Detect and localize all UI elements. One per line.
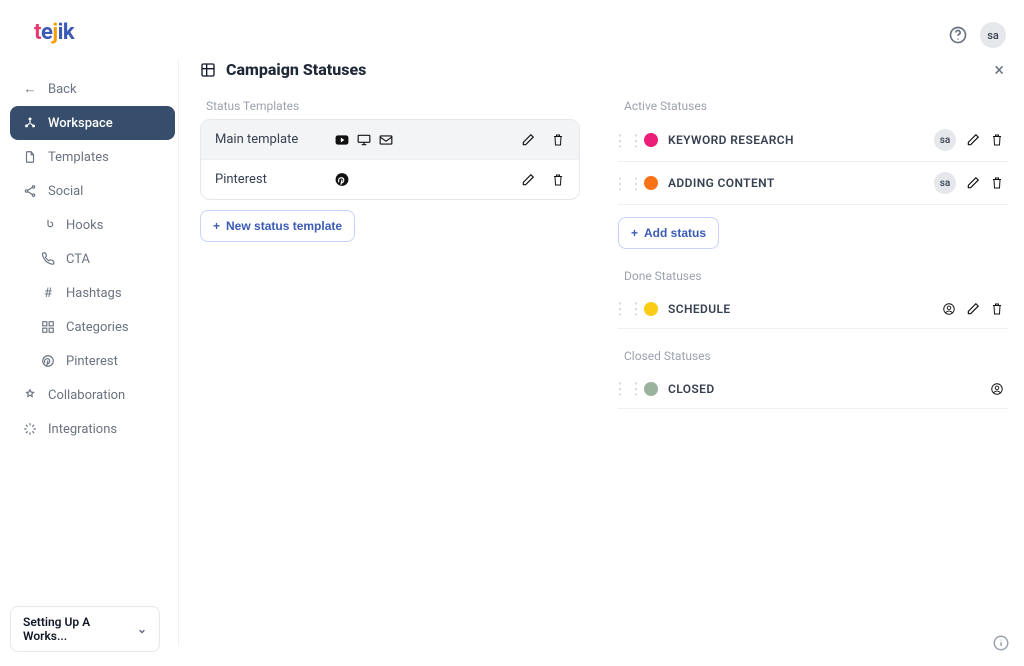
drag-handle-icon[interactable]: ⋮⋮ [622, 379, 634, 398]
nav-label: Back [48, 82, 77, 97]
status-row: ⋮⋮ SCHEDULE [618, 289, 1008, 329]
edit-icon[interactable] [521, 173, 535, 187]
nav-cta[interactable]: CTA [10, 242, 175, 276]
mail-icon [379, 133, 393, 147]
add-status-button[interactable]: + Add status [618, 217, 719, 249]
nav-hashtags[interactable]: # Hashtags [10, 276, 175, 310]
assignee-icon[interactable] [990, 382, 1004, 396]
page-title: Campaign Statuses [226, 60, 366, 79]
document-icon [22, 149, 38, 165]
grid-icon [200, 62, 216, 78]
delete-icon[interactable] [551, 173, 565, 187]
closed-statuses-heading: Closed Statuses [624, 349, 1008, 363]
template-list: Main template Pinterest [200, 119, 580, 200]
edit-icon[interactable] [966, 302, 980, 316]
nav-label: Hooks [66, 218, 103, 233]
nav-workspace[interactable]: Workspace [10, 106, 175, 140]
edit-icon[interactable] [521, 133, 535, 147]
assignee-avatar[interactable]: sa [934, 129, 956, 151]
pinterest-icon [40, 353, 56, 369]
youtube-icon [335, 133, 349, 147]
share-icon [22, 183, 38, 199]
collaboration-icon [22, 387, 38, 403]
sidebar: ← Back Workspace Templates Social Hooks … [10, 60, 175, 446]
brand-logo: tejik [34, 20, 74, 45]
nav-label: Hashtags [66, 286, 122, 301]
workspace-icon [22, 115, 38, 131]
nav-hooks[interactable]: Hooks [10, 208, 175, 242]
edit-icon[interactable] [966, 133, 980, 147]
delete-icon[interactable] [990, 133, 1004, 147]
drag-handle-icon[interactable]: ⋮⋮ [622, 174, 634, 193]
pinterest-icon [335, 173, 349, 187]
status-row: ⋮⋮ KEYWORD RESEARCH sa [618, 119, 1008, 162]
status-color-dot [644, 382, 658, 396]
onboarding-pill[interactable]: Setting Up A Works... ⌄ [10, 606, 160, 652]
drag-handle-icon[interactable]: ⋮⋮ [622, 131, 634, 150]
plus-icon: + [213, 219, 220, 233]
arrow-left-icon: ← [22, 81, 38, 97]
nav-label: Collaboration [48, 388, 125, 403]
sidebar-divider [178, 60, 179, 646]
status-row: ⋮⋮ CLOSED [618, 369, 1008, 409]
user-avatar[interactable]: sa [980, 22, 1006, 48]
back-button[interactable]: ← Back [10, 72, 175, 106]
delete-icon[interactable] [990, 302, 1004, 316]
status-color-dot [644, 176, 658, 190]
active-statuses-heading: Active Statuses [624, 99, 1008, 113]
nav-categories[interactable]: Categories [10, 310, 175, 344]
delete-icon[interactable] [551, 133, 565, 147]
nav-label: Categories [66, 320, 129, 335]
info-icon[interactable] [992, 634, 1010, 652]
template-name: Main template [215, 132, 335, 147]
template-row[interactable]: Main template [201, 120, 579, 159]
nav-integrations[interactable]: Integrations [10, 412, 175, 446]
template-name: Pinterest [215, 172, 335, 187]
status-name: CLOSED [668, 382, 980, 396]
nav-label: CTA [66, 252, 90, 267]
grid-icon [40, 319, 56, 335]
nav-label: Integrations [48, 422, 117, 437]
integrations-icon [22, 421, 38, 437]
help-icon[interactable] [946, 23, 970, 47]
template-row[interactable]: Pinterest [201, 159, 579, 199]
onboarding-label: Setting Up A Works... [23, 615, 129, 643]
status-name: SCHEDULE [668, 302, 932, 316]
button-label: Add status [644, 226, 706, 240]
nav-label: Workspace [48, 116, 113, 131]
nav-collaboration[interactable]: Collaboration [10, 378, 175, 412]
delete-icon[interactable] [990, 176, 1004, 190]
hook-icon [40, 217, 56, 233]
status-color-dot [644, 133, 658, 147]
nav-templates[interactable]: Templates [10, 140, 175, 174]
edit-icon[interactable] [966, 176, 980, 190]
done-statuses-heading: Done Statuses [624, 269, 1008, 283]
nav-label: Pinterest [66, 354, 118, 369]
assignee-icon[interactable] [942, 302, 956, 316]
status-row: ⋮⋮ ADDING CONTENT sa [618, 162, 1008, 205]
nav-label: Templates [48, 150, 109, 165]
nav-social[interactable]: Social [10, 174, 175, 208]
close-icon[interactable]: × [994, 60, 1004, 81]
status-name: KEYWORD RESEARCH [668, 133, 924, 147]
status-color-dot [644, 302, 658, 316]
hashtag-icon: # [40, 285, 56, 301]
assignee-avatar[interactable]: sa [934, 172, 956, 194]
status-name: ADDING CONTENT [668, 176, 924, 190]
drag-handle-icon[interactable]: ⋮⋮ [622, 299, 634, 318]
nav-label: Social [48, 184, 83, 199]
phone-icon [40, 251, 56, 267]
button-label: New status template [226, 219, 342, 233]
desktop-icon [357, 133, 371, 147]
chevron-down-icon: ⌄ [137, 622, 147, 636]
plus-icon: + [631, 226, 638, 240]
new-template-button[interactable]: + New status template [200, 210, 355, 242]
templates-heading: Status Templates [206, 99, 580, 113]
nav-pinterest[interactable]: Pinterest [10, 344, 175, 378]
